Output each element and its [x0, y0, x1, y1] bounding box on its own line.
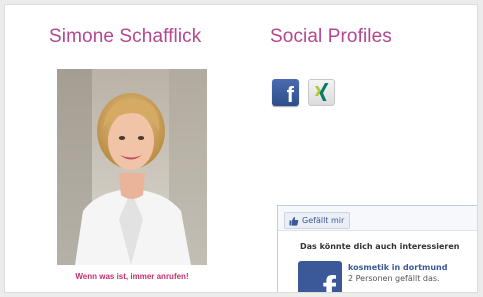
- xing-icon[interactable]: [308, 79, 335, 106]
- facebook-page-logo-glyph: f: [322, 269, 336, 293]
- thumbs-up-icon: [289, 216, 299, 226]
- social-profiles-heading: Social Profiles: [270, 26, 392, 47]
- xing-logo-icon: [315, 83, 329, 101]
- facebook-like-box: Gefällt mir Das könnte dich auch interes…: [277, 205, 477, 293]
- photo-caption: Wenn was ist, immer anrufen!: [75, 272, 189, 281]
- like-button-label: Gefällt mir: [302, 216, 345, 225]
- facebook-page-logo-icon[interactable]: f: [298, 261, 342, 293]
- facebook-icon[interactable]: f: [272, 79, 299, 106]
- facebook-likes-count: 2 Personen gefällt das.: [348, 274, 440, 283]
- content-panel: Simone Schafflick Social Profiles Wenn w…: [4, 4, 478, 293]
- facebook-glyph: f: [286, 82, 294, 107]
- facebook-page-link[interactable]: kosmetik in dortmund: [348, 263, 447, 272]
- suggestion-heading: Das könnte dich auch interessieren: [300, 242, 460, 251]
- facebook-suggestions-panel: Das könnte dich auch interessieren f kos…: [278, 230, 477, 293]
- facebook-like-button[interactable]: Gefällt mir: [284, 212, 351, 229]
- profile-name-heading: Simone Schafflick: [49, 26, 202, 47]
- profile-photo: [57, 69, 207, 265]
